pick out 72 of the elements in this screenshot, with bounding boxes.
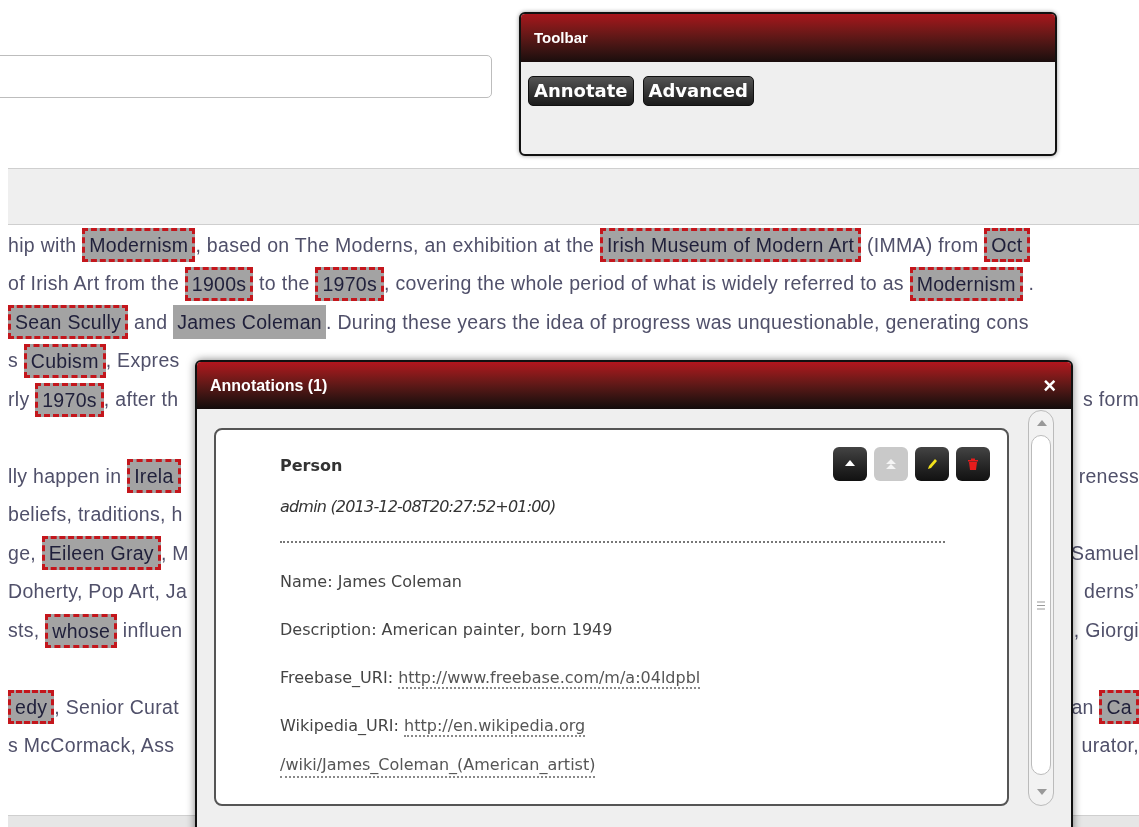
article-text: , after th <box>103 387 179 413</box>
up-button[interactable] <box>833 447 867 481</box>
article-text: and <box>133 309 169 335</box>
article-text: , M <box>160 540 189 566</box>
article-text: , Giorgi <box>1073 618 1139 643</box>
annotation-author: admin (2013-12-08T20:27:52+01:00) <box>280 496 556 518</box>
field-label: Freebase_URI: <box>280 668 395 687</box>
annotation-highlight[interactable]: Modernism <box>909 266 1023 301</box>
article-text: urator, <box>1081 733 1139 759</box>
annotation-highlight[interactable]: Cubism <box>23 344 106 379</box>
article-text: rly <box>8 387 31 413</box>
field-value: American painter, born 1949 <box>381 620 613 639</box>
annotation-highlight[interactable]: whose <box>45 613 118 648</box>
annotation-highlight[interactable]: 1970s <box>35 382 104 417</box>
link[interactable]: http://en.wikipedia.org <box>404 716 586 737</box>
trash-icon <box>966 457 980 471</box>
toolbar-button[interactable]: Annotate <box>528 76 634 106</box>
annotation-highlight[interactable]: 1970s <box>315 266 385 301</box>
double-up-arrow-icon <box>884 457 898 471</box>
scroll-up-icon[interactable] <box>1037 420 1047 426</box>
dialog-title: Annotations (1) <box>210 375 328 396</box>
scroll-down-icon[interactable] <box>1037 789 1047 795</box>
article-text: . <box>1027 271 1035 297</box>
article-text: s form <box>1083 387 1139 413</box>
article-text: , based on The Moderns, an exhibition at the <box>195 232 596 258</box>
article-text: ge, <box>8 540 37 566</box>
annotation-type: Person <box>280 455 343 477</box>
annotation-highlight[interactable]: Sean Scully <box>8 305 129 340</box>
article-text: . During these years the idea of progress was unquestionable, generating cons <box>325 309 1029 335</box>
annotation-highlight[interactable]: Eileen Gray <box>41 536 161 571</box>
field-label: Name: <box>280 572 334 591</box>
article-text: reness <box>1078 463 1139 489</box>
annotation-highlight[interactable]: 1900s <box>184 266 254 301</box>
article-text: derns’ <box>1084 579 1139 605</box>
field-label: Description: <box>280 620 378 639</box>
field-value: James Coleman <box>337 572 462 591</box>
scrollbar[interactable] <box>1028 410 1054 806</box>
annotation-highlight[interactable]: Ca <box>1099 690 1139 725</box>
scrollbar-thumb[interactable] <box>1031 435 1051 775</box>
annotation-highlight[interactable]: Oct <box>984 228 1030 263</box>
annotation-highlight[interactable]: edy <box>8 690 55 725</box>
article-text: , Expres <box>105 348 180 374</box>
field-label: Wikipedia_URI: <box>280 716 400 735</box>
article-text: influen <box>121 618 183 643</box>
delete-button[interactable] <box>956 447 990 481</box>
close-button[interactable]: × <box>1043 374 1056 397</box>
toolbar-button[interactable]: Advanced <box>642 76 754 106</box>
annotation-highlight[interactable]: Irela <box>127 459 181 494</box>
article-text: (IMMA) from <box>865 232 980 258</box>
grip-icon <box>1037 600 1045 610</box>
article-text: lly happen in <box>8 463 123 489</box>
toolbar-title: Toolbar <box>534 27 588 48</box>
link[interactable]: http://www.freebase.com/m/a:04ldpbl <box>398 668 701 689</box>
article-text: hip with <box>8 232 78 258</box>
article-text: , covering the whole period of what is widely referred to as <box>384 271 905 297</box>
search-field[interactable] <box>0 55 492 98</box>
text-highlight[interactable]: James Coleman <box>173 305 326 340</box>
article-text: to the <box>258 271 311 297</box>
annotation-highlight[interactable]: Modernism <box>82 228 196 263</box>
article-text: of Irish Art from the <box>8 271 181 297</box>
article-text: Doherty, Pop Art, Ja <box>8 579 188 605</box>
article-text: Samuel <box>1071 540 1139 566</box>
edit-button[interactable] <box>915 447 949 481</box>
annotation-highlight[interactable]: Irish Museum of Modern Art <box>599 228 862 263</box>
pencil-icon <box>925 457 939 471</box>
link[interactable]: /wiki/James_Coleman_(American_artist) <box>280 754 596 778</box>
article-text: an <box>1071 694 1095 720</box>
article-text: s <box>8 348 20 374</box>
article-text: sts, <box>8 618 41 643</box>
article-text: beliefs, traditions, h <box>8 502 183 528</box>
article-text: , Senior Curat <box>54 694 179 720</box>
article-text: s McCormack, Ass <box>8 733 175 759</box>
